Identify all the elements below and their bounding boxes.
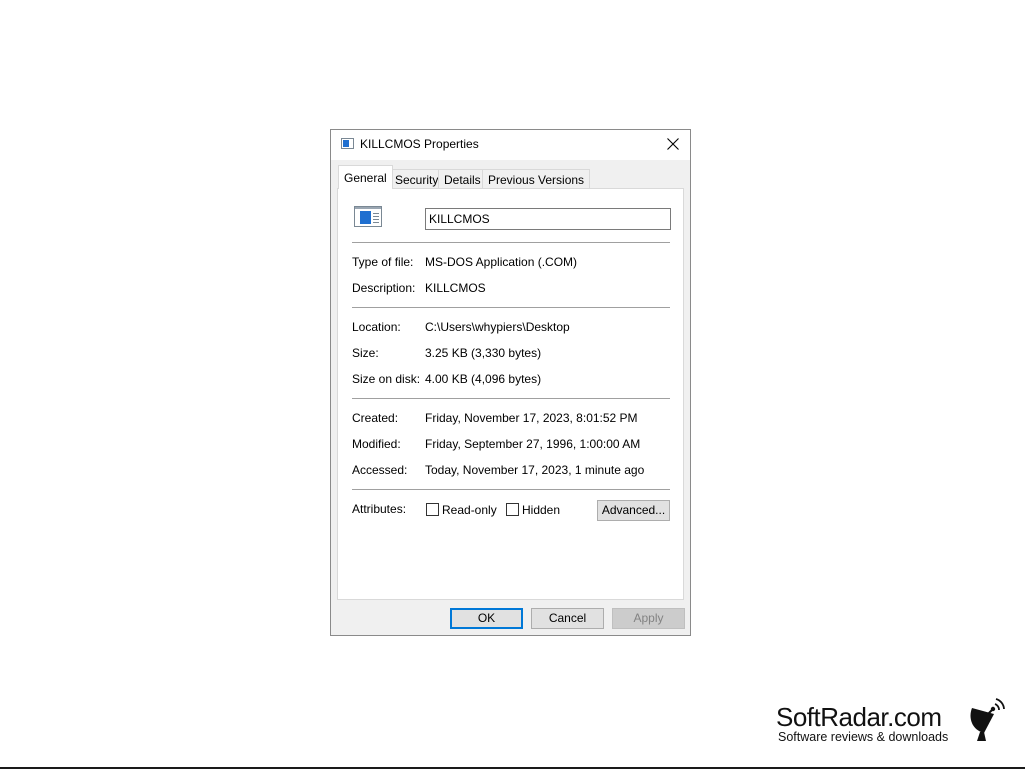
watermark-name: SoftRadar.com [776,702,942,732]
tab-previous-versions[interactable]: Previous Versions [482,169,591,188]
ok-button[interactable]: OK [450,608,523,629]
description-value: KILLCMOS [425,281,486,295]
accessed-value: Today, November 17, 2023, 1 minute ago [425,463,645,477]
general-panel: Type of file: MS-DOS Application (.COM) … [337,188,684,600]
watermark-tagline: Software reviews & downloads [778,730,949,744]
hidden-checkbox[interactable] [506,503,519,516]
ms-dos-app-icon [354,206,382,227]
size-on-disk-value: 4.00 KB (4,096 bytes) [425,372,542,386]
satellite-dish-icon [970,698,1005,741]
tab-general[interactable]: General [338,165,393,189]
ms-dos-app-icon [341,138,354,149]
created-value: Friday, November 17, 2023, 8:01:52 PM [425,411,638,425]
softradar-watermark: SoftRadar.com Software reviews & downloa… [776,698,1016,748]
modified-value: Friday, September 27, 1996, 1:00:00 AM [425,437,641,451]
accessed-label: Accessed: [352,463,408,477]
close-button[interactable] [656,130,690,160]
window-title: KILLCMOS Properties [360,137,479,151]
hidden-label[interactable]: Hidden [522,503,560,517]
separator [352,242,670,243]
read-only-checkbox[interactable] [426,503,439,516]
location-value: C:\Users\whypiers\Desktop [425,320,570,334]
title-bar[interactable]: KILLCMOS Properties [331,130,690,160]
advanced-button[interactable]: Advanced... [597,500,670,521]
separator [352,307,670,308]
separator [352,489,670,490]
apply-button[interactable]: Apply [612,608,685,629]
close-icon [667,138,679,150]
size-value: 3.25 KB (3,330 bytes) [425,346,542,360]
modified-label: Modified: [352,437,401,451]
cancel-button[interactable]: Cancel [531,608,604,629]
tab-details[interactable]: Details [438,169,487,188]
attributes-label: Attributes: [352,502,407,516]
separator [352,398,670,399]
size-label: Size: [352,346,379,360]
read-only-label[interactable]: Read-only [442,503,497,517]
file-name-input[interactable] [425,208,671,230]
type-of-file-value: MS-DOS Application (.COM) [425,255,578,269]
type-of-file-label: Type of file: [352,255,414,269]
description-label: Description: [352,281,416,295]
size-on-disk-label: Size on disk: [352,372,421,386]
location-label: Location: [352,320,401,334]
properties-dialog: KILLCMOS Properties General Security Det… [330,129,691,636]
created-label: Created: [352,411,399,425]
tab-security[interactable]: Security [389,169,445,188]
